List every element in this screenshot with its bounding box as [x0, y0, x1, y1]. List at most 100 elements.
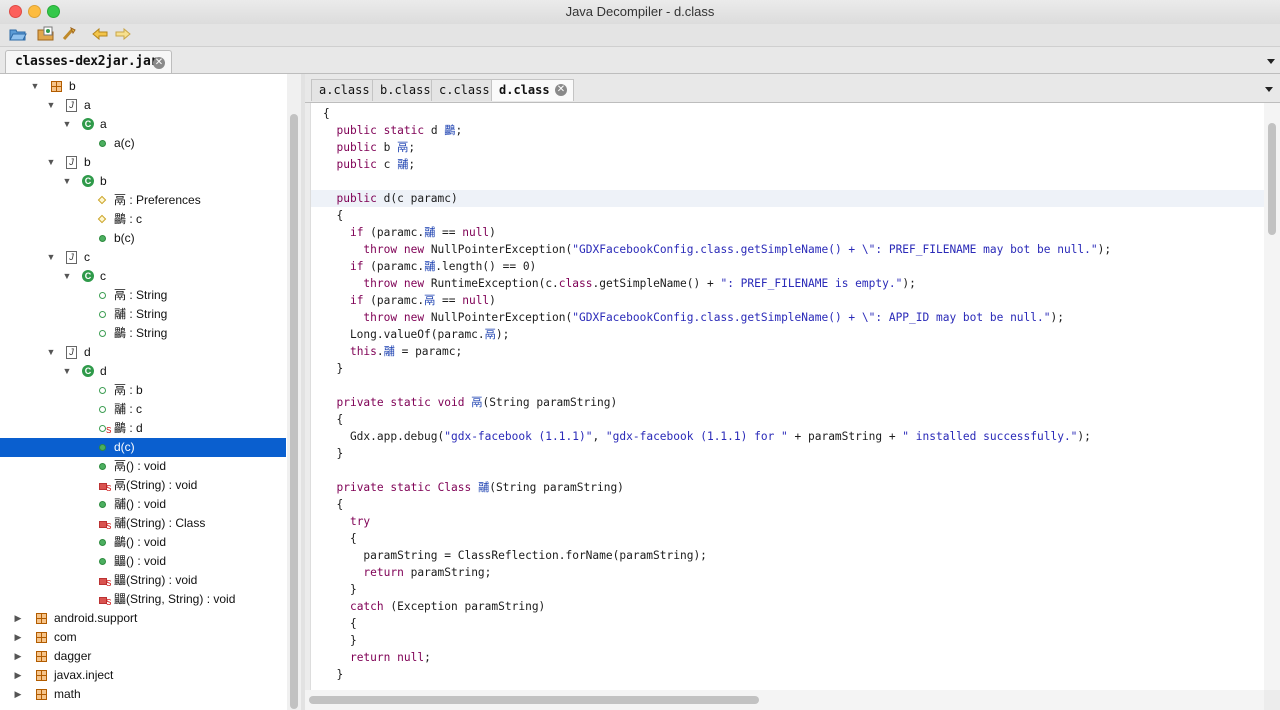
chevron-right-icon[interactable] [13, 685, 23, 704]
method-icon [99, 463, 106, 470]
chevron-down-icon[interactable] [62, 172, 72, 191]
code-editor[interactable]: { public static d 鸓; public b 鬲; public … [310, 103, 1265, 690]
tree-row[interactable]: S 鼺(String) : void [0, 571, 286, 590]
tree-row[interactable]: 鬲() : void [0, 457, 286, 476]
tree-row[interactable]: d(c) [0, 438, 286, 457]
code-line: public static d 鸓; [336, 124, 463, 137]
tree-row[interactable]: 鬲 : b [0, 381, 286, 400]
tree-row-label: 鸓 : d [114, 421, 143, 435]
tree-row[interactable]: 鬴() : void [0, 495, 286, 514]
code-line: throw new RuntimeException(c.class.getSi… [363, 277, 916, 290]
code-line: Gdx.app.debug("gdx-facebook (1.1.1)", "g… [323, 430, 1091, 443]
file-tab[interactable]: classes-dex2jar.jar ✕ [5, 50, 172, 73]
tree-row[interactable]: 鬲 : Preferences [0, 191, 286, 210]
minimize-window-button[interactable] [28, 5, 41, 18]
chevron-right-icon[interactable] [13, 628, 23, 647]
editor-vertical-scrollbar-thumb[interactable] [1268, 123, 1276, 235]
tree-row[interactable]: Ja [0, 96, 286, 115]
tree-row[interactable]: Ca [0, 115, 286, 134]
tree-row[interactable]: S 鬲(String) : void [0, 476, 286, 495]
tree-row[interactable]: S 鬴(String) : Class [0, 514, 286, 533]
tab-a-class[interactable]: a.class [311, 79, 373, 101]
tree-row[interactable]: Cb [0, 172, 286, 191]
back-arrow-icon[interactable] [91, 26, 109, 42]
tree-row[interactable]: android.support [0, 609, 286, 628]
tree-row[interactable]: Jb [0, 153, 286, 172]
tab-c-class[interactable]: c.class [431, 79, 492, 101]
title-bar: Java Decompiler - d.class [0, 0, 1280, 24]
zoom-window-button[interactable] [47, 5, 60, 18]
tree-row-label: 鬴 : String [114, 307, 168, 321]
tree-row[interactable]: 鬴 : String [0, 305, 286, 324]
chevron-down-icon[interactable] [62, 115, 72, 134]
tree-row[interactable]: Jc [0, 248, 286, 267]
tree-row[interactable]: 鬴 : c [0, 400, 286, 419]
tree-row[interactable]: S鸓 : d [0, 419, 286, 438]
tree-row[interactable]: 鸓 : String [0, 324, 286, 343]
tree-row[interactable]: S 鼺(String, String) : void [0, 590, 286, 609]
editor-tabs-menu-icon[interactable] [1265, 87, 1273, 92]
tree-row[interactable]: 鸓 : c [0, 210, 286, 229]
file-tab-label: classes-dex2jar.jar [15, 54, 159, 69]
editor-horizontal-scrollbar-thumb[interactable] [309, 696, 759, 704]
code-line: return paramString; [363, 566, 492, 579]
class-icon: C [82, 175, 94, 187]
code-line: public d(c paramc) [311, 190, 1265, 207]
chevron-down-icon[interactable] [46, 96, 56, 115]
chevron-down-icon[interactable] [46, 343, 56, 362]
java-file-icon: J [66, 346, 77, 359]
tree-row[interactable]: b [0, 77, 286, 96]
open-file-icon[interactable] [9, 26, 27, 42]
tab-label: b.class [380, 83, 431, 97]
tree-row[interactable]: com [0, 628, 286, 647]
class-icon: C [82, 365, 94, 377]
tree-row[interactable]: math [0, 685, 286, 704]
editor-horizontal-scrollbar[interactable] [305, 690, 1264, 710]
chevron-down-icon[interactable] [46, 248, 56, 267]
tree-row[interactable]: b(c) [0, 229, 286, 248]
chevron-right-icon[interactable] [13, 647, 23, 666]
private-static-method-icon: S [99, 597, 111, 607]
tree-row[interactable]: dagger [0, 647, 286, 666]
editor-vertical-scrollbar[interactable] [1264, 103, 1280, 690]
tree-row-label: 鬴 : c [114, 402, 143, 416]
method-icon [99, 539, 106, 546]
tree-row[interactable]: Cd [0, 362, 286, 381]
field-icon [99, 292, 106, 299]
code-line: } [323, 634, 357, 647]
tree-row[interactable]: Cc [0, 267, 286, 286]
tree-row[interactable]: a(c) [0, 134, 286, 153]
tree-row[interactable]: 鼺() : void [0, 552, 286, 571]
code-line: } [323, 362, 344, 375]
field-diamond-icon [97, 195, 107, 205]
pane-splitter[interactable] [301, 74, 305, 710]
tree-scrollbar-thumb[interactable] [290, 114, 298, 709]
tree-scrollbar[interactable] [287, 74, 301, 710]
tree-row[interactable]: Jd [0, 343, 286, 362]
tree-row[interactable]: javax.inject [0, 666, 286, 685]
tree-row-label: javax.inject [54, 668, 114, 682]
method-icon [99, 235, 106, 242]
chevron-down-icon[interactable] [62, 267, 72, 286]
tree-row-label: dagger [54, 649, 92, 663]
open-type-icon[interactable] [37, 26, 55, 42]
chevron-right-icon[interactable] [13, 666, 23, 685]
tree-row-label: 鸓 : String [114, 326, 168, 340]
chevron-down-icon[interactable] [46, 153, 56, 172]
close-window-button[interactable] [9, 5, 22, 18]
tab-label: d.class [499, 83, 550, 97]
code-line: paramString = ClassReflection.forName(pa… [323, 549, 707, 562]
close-icon[interactable]: ✕ [555, 84, 567, 96]
tree-row[interactable]: 鬲 : String [0, 286, 286, 305]
tree-row[interactable]: 鸓() : void [0, 533, 286, 552]
chevron-down-icon[interactable] [30, 77, 40, 96]
forward-arrow-icon[interactable] [114, 26, 132, 42]
field-icon [99, 330, 106, 337]
search-icon[interactable] [61, 26, 79, 42]
chevron-down-icon[interactable] [62, 362, 72, 381]
chevron-right-icon[interactable] [13, 609, 23, 628]
tab-b-class[interactable]: b.class [372, 79, 432, 101]
file-tabs-menu-icon[interactable] [1267, 59, 1275, 64]
close-icon[interactable]: ✕ [153, 57, 165, 69]
